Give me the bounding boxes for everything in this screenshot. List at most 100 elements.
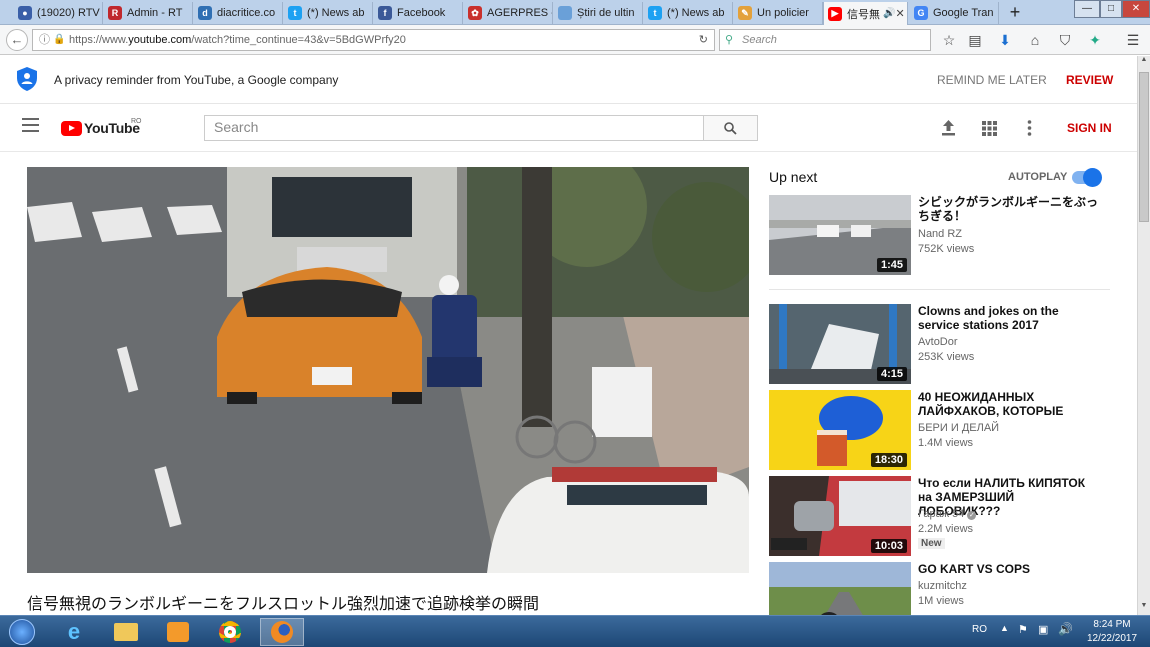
up-next-item[interactable]: 18:30 40 НЕОЖИДАННЫХ ЛАЙФХАКОВ, КОТОРЫЕ …	[769, 390, 1114, 470]
item-views: 253K views	[918, 351, 975, 363]
clock-time[interactable]: 8:24 PM	[1088, 619, 1136, 630]
download-icon[interactable]: ⬇	[996, 31, 1014, 49]
upload-icon[interactable]	[941, 120, 956, 136]
network-icon[interactable]: ▣	[1038, 623, 1048, 636]
youtube-icon: ▶	[828, 6, 842, 21]
scroll-thumb[interactable]	[1139, 72, 1149, 222]
tab-label: 信号無	[847, 8, 880, 21]
autoplay-toggle[interactable]	[1072, 168, 1102, 187]
verified-icon: ✓	[967, 511, 977, 520]
extension-icon[interactable]: ✦	[1086, 31, 1104, 49]
video-player[interactable]	[27, 167, 749, 573]
tab-diacritice[interactable]: d diacritice.co	[194, 2, 283, 24]
tab-google-translate[interactable]: G Google Tran	[910, 2, 999, 24]
item-title[interactable]: GO KART VS COPS	[918, 562, 1098, 576]
pocket-icon[interactable]: ⛉	[1056, 31, 1074, 49]
video-thumbnail[interactable]	[769, 562, 911, 615]
tab-label: AGERPRES -	[487, 7, 553, 19]
browser-search-placeholder: Search	[742, 34, 777, 46]
chrome-icon[interactable]	[208, 618, 252, 646]
new-tab-button[interactable]: +	[1004, 3, 1026, 23]
close-tab-icon[interactable]: ✕	[895, 7, 904, 20]
language-indicator[interactable]: RO	[972, 624, 987, 635]
address-bar[interactable]: ⓘ 🔒 https://www.youtube.com/watch?time_c…	[32, 29, 715, 51]
internet-explorer-icon[interactable]: e	[52, 618, 96, 646]
tab-twitter-news[interactable]: t (*) News ab	[284, 2, 373, 24]
tab-label: (*) News ab	[667, 7, 725, 19]
url-path: /watch?time_continue=43&v=5BdGWPrfy20	[191, 34, 406, 46]
item-views: 1M views	[918, 595, 964, 607]
firefox-icon[interactable]	[260, 618, 304, 646]
tab-twitter-news-2[interactable]: t (*) News ab	[644, 2, 733, 24]
page-scrollbar[interactable]: ▲ ▼	[1137, 56, 1150, 615]
video-title: 信号無視のランボルギーニをフルスロットル強烈加速で追跡検挙の瞬間	[27, 596, 540, 613]
item-title[interactable]: Clowns and jokes on the service stations…	[918, 304, 1098, 332]
item-channel: Гараж 54 ✓	[918, 508, 977, 520]
video-thumbnail[interactable]: 10:03	[769, 476, 911, 556]
flag-icon[interactable]: ⚑	[1018, 623, 1028, 636]
scroll-up-arrow[interactable]: ▲	[1138, 56, 1150, 69]
remind-me-later-button[interactable]: REMIND ME LATER	[937, 73, 1047, 87]
maximize-button[interactable]: □	[1100, 0, 1122, 18]
sidebar-divider	[769, 289, 1110, 290]
clock-date[interactable]: 12/22/2017	[1083, 633, 1141, 644]
new-badge: New	[918, 538, 945, 549]
item-title[interactable]: シビックがランボルギーニをぶっちぎる！	[918, 195, 1098, 223]
reader-icon[interactable]: ▤	[966, 31, 984, 49]
media-player-icon[interactable]	[156, 618, 200, 646]
up-next-item[interactable]: 10:03 Что если НАЛИТЬ КИПЯТОК на ЗАМЕРЗШ…	[769, 476, 1114, 556]
up-next-item[interactable]: 4:15 Clowns and jokes on the service sta…	[769, 304, 1114, 384]
close-window-button[interactable]: ✕	[1122, 0, 1150, 18]
youtube-search-input[interactable]: Search	[204, 115, 704, 141]
minimize-button[interactable]: —	[1074, 0, 1100, 18]
back-button[interactable]: ←	[6, 29, 28, 51]
start-button[interactable]	[0, 618, 44, 646]
tab-admin[interactable]: R Admin - RT	[104, 2, 193, 24]
volume-icon[interactable]: 🔊	[1058, 622, 1073, 636]
youtube-header: YouTube RO Search SIGN IN	[0, 104, 1137, 152]
file-explorer-icon[interactable]	[104, 618, 148, 646]
up-next-heading: Up next	[769, 169, 818, 185]
toggle-knob	[1083, 168, 1102, 187]
home-icon[interactable]: ⌂	[1026, 31, 1044, 49]
show-hidden-icons-icon[interactable]: ▲	[1000, 623, 1009, 633]
video-thumbnail[interactable]: 4:15	[769, 304, 911, 384]
item-channel: AvtoDor	[918, 336, 958, 348]
item-title[interactable]: 40 НЕОЖИДАННЫХ ЛАЙФХАКОВ, КОТОРЫЕ	[918, 390, 1098, 418]
speaker-icon[interactable]: 🔊	[883, 8, 895, 19]
windows-start-icon	[9, 619, 35, 645]
video-thumbnail[interactable]: 1:45	[769, 195, 911, 275]
tab-label: Google Tran	[933, 7, 994, 19]
guide-menu-icon[interactable]	[22, 118, 39, 132]
rtv-icon: ●	[18, 6, 32, 20]
privacy-text: A privacy reminder from YouTube, a Googl…	[54, 73, 339, 87]
windows-taskbar: e RO ▲ ⚑ ▣ 🔊 8:24 PM 12/22/2017	[0, 615, 1150, 647]
search-engine-icon[interactable]: ⚲	[725, 30, 733, 50]
up-next-item[interactable]: 1:45 シビックがランボルギーニをぶっちぎる！ Nand RZ 752K vi…	[769, 195, 1114, 277]
tab-policier[interactable]: ✎ Un policier	[734, 2, 823, 24]
tab-rtv[interactable]: ● (19020) RTV	[14, 2, 103, 24]
tab-youtube-active[interactable]: ▶ 信号無 🔊 ✕	[823, 2, 908, 25]
more-vert-icon[interactable]	[1027, 120, 1032, 136]
thumbnail-image	[769, 562, 911, 615]
youtube-logo-icon[interactable]	[61, 121, 82, 136]
video-thumbnail[interactable]: 18:30	[769, 390, 911, 470]
item-views: 2.2M views	[918, 523, 974, 535]
tab-agerpres[interactable]: ✿ AGERPRES -	[464, 2, 553, 24]
apps-grid-icon[interactable]	[982, 121, 997, 136]
scroll-down-arrow[interactable]: ▼	[1138, 602, 1150, 615]
info-icon[interactable]: ⓘ	[39, 30, 50, 50]
browser-search-field[interactable]: ⚲ Search	[719, 29, 931, 51]
sign-in-button[interactable]: SIGN IN	[1067, 121, 1112, 135]
tab-facebook[interactable]: f Facebook	[374, 2, 463, 24]
youtube-search-button[interactable]	[704, 115, 758, 141]
up-next-sidebar: Up next AUTOPLAY 1:45 シビックがランボルギーニをぶっちぎる…	[769, 165, 1114, 615]
up-next-item[interactable]: GO KART VS COPS kuzmitchz 1M views	[769, 562, 1114, 615]
bookmark-star-icon[interactable]: ☆	[940, 31, 958, 49]
tab-label: (19020) RTV	[37, 7, 100, 19]
reload-icon[interactable]: ↻	[699, 30, 708, 50]
menu-hamburger-icon[interactable]: ☰	[1124, 31, 1142, 49]
video-frame-image	[27, 167, 749, 573]
review-button[interactable]: REVIEW	[1066, 73, 1113, 87]
tab-stiri[interactable]: Știri de ultin	[554, 2, 643, 24]
